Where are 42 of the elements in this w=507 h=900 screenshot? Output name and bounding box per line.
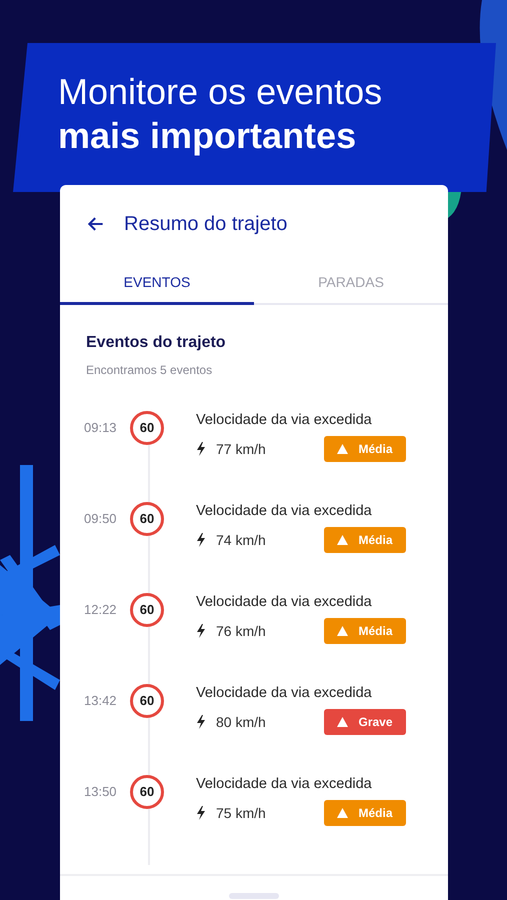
event-speed: 80 km/h — [216, 712, 266, 732]
speed-limit-sign: 60 — [130, 775, 164, 809]
event-title: Velocidade da via excedida — [196, 684, 373, 702]
event-time: 12:22 — [84, 601, 118, 619]
lightning-icon — [196, 442, 206, 456]
event-speed: 75 km/h — [216, 804, 266, 822]
banner-title: Monitore os eventos — [58, 70, 384, 114]
severity-badge: Média — [324, 618, 406, 644]
section-title: Eventos do trajeto — [86, 333, 227, 353]
warning-icon — [337, 444, 348, 454]
screen-title: Resumo do trajeto — [124, 212, 288, 237]
event-speed: 76 km/h — [216, 622, 266, 640]
severity-badge: Grave — [324, 709, 406, 735]
event-speed: 77 km/h — [216, 440, 266, 458]
severity-badge: Média — [324, 800, 406, 826]
severity-badge: Média — [324, 436, 406, 462]
event-time: 09:13 — [84, 419, 118, 437]
lightning-icon — [196, 806, 206, 820]
event-time: 13:50 — [84, 783, 118, 801]
section-subtitle: Encontramos 5 eventos — [86, 362, 214, 379]
event-time: 13:42 — [84, 692, 118, 710]
lightning-icon — [196, 624, 206, 638]
speed-limit-sign: 60 — [130, 411, 164, 445]
warning-icon — [337, 626, 348, 636]
event-title: Velocidade da via excedida — [196, 502, 373, 520]
tab[interactable]: EVENTOS — [60, 263, 254, 305]
warning-icon — [337, 808, 348, 818]
event-title: Velocidade da via excedida — [196, 593, 373, 611]
lightning-icon — [196, 715, 206, 729]
severity-badge: Média — [324, 527, 406, 553]
event-title: Velocidade da via excedida — [196, 411, 373, 429]
event-time: 09:50 — [84, 510, 118, 528]
event-title: Velocidade da via excedida — [196, 775, 373, 793]
bottom-handle — [229, 893, 279, 899]
warning-icon — [337, 717, 348, 727]
speed-limit-sign: 60 — [130, 593, 164, 627]
speed-limit-sign: 60 — [130, 684, 164, 718]
lightning-icon — [196, 533, 206, 547]
speed-limit-sign: 60 — [130, 502, 164, 536]
warning-icon — [337, 535, 348, 545]
event-speed: 74 km/h — [216, 530, 266, 550]
banner-subtitle: mais importantes — [58, 114, 358, 158]
